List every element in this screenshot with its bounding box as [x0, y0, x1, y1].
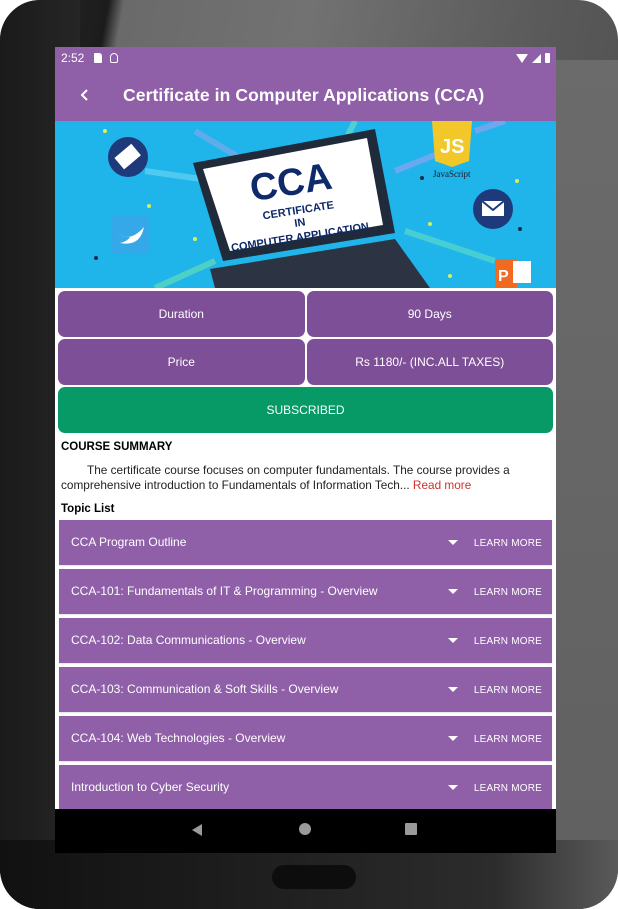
learn-more-button[interactable]: LEARN MORE — [474, 734, 542, 745]
price-value: Rs 1180/- (INC.ALL TAXES) — [306, 339, 553, 385]
topic-item[interactable]: Introduction to Cyber Security LEARN MOR… — [59, 765, 552, 810]
topic-item[interactable]: CCA Program Outline LEARN MORE — [59, 520, 552, 565]
wifi-icon — [516, 53, 528, 63]
envelope-badge-icon — [473, 189, 513, 229]
js-badge-text: JS — [440, 136, 464, 158]
course-summary-text: The certificate course focuses on comput… — [55, 453, 556, 493]
learn-more-button[interactable]: LEARN MORE — [474, 783, 542, 794]
system-nav-bar — [55, 809, 556, 853]
topic-item[interactable]: CCA-101: Fundamentals of IT & Programmin… — [59, 569, 552, 614]
signal-icon — [532, 53, 541, 63]
mail-badge-icon — [108, 137, 148, 177]
javascript-icon: JS JavaScript — [432, 121, 472, 179]
back-button[interactable] — [57, 69, 113, 121]
sd-card-icon — [94, 53, 103, 63]
status-time: 2:52 — [61, 51, 85, 65]
js-label: JavaScript — [433, 169, 471, 179]
learn-more-button[interactable]: LEARN MORE — [474, 587, 542, 598]
page-title: Certificate in Computer Applications (CC… — [123, 84, 485, 105]
app-screen: 2:52 Certificate in Computer Application… — [55, 47, 556, 853]
learn-more-button[interactable]: LEARN MORE — [474, 685, 542, 696]
topic-item[interactable]: CCA-102: Data Communications - Overview … — [59, 618, 552, 663]
duration-value: 90 Days — [306, 291, 553, 337]
course-banner-image: CCA CERTIFICATE IN COMPUTER APPLICATION … — [55, 121, 556, 288]
caret-down-icon[interactable] — [448, 785, 458, 790]
chevron-left-icon — [80, 89, 88, 101]
topic-item[interactable]: CCA-104: Web Technologies - Overview LEA… — [59, 716, 552, 761]
learn-more-button[interactable]: LEARN MORE — [474, 538, 542, 549]
price-label: Price — [58, 339, 305, 385]
powerpoint-icon: P — [495, 259, 531, 288]
caret-down-icon[interactable] — [448, 540, 458, 545]
hardware-home-key[interactable] — [272, 865, 356, 889]
caret-down-icon[interactable] — [448, 589, 458, 594]
nav-back-icon[interactable] — [192, 824, 202, 836]
nav-home-icon[interactable] — [299, 823, 311, 835]
frame-shade — [556, 60, 618, 909]
caret-down-icon[interactable] — [448, 736, 458, 741]
battery-icon — [545, 53, 550, 63]
topic-list-heading: Topic List — [61, 503, 115, 515]
caret-down-icon[interactable] — [448, 638, 458, 643]
subscribed-button[interactable]: SUBSCRIBED — [58, 387, 553, 433]
course-summary-heading: COURSE SUMMARY — [61, 441, 173, 453]
read-more-link[interactable]: Read more — [413, 478, 471, 492]
twitter-icon — [112, 216, 150, 254]
topic-list: CCA Program Outline LEARN MORE CCA-101: … — [55, 520, 556, 810]
learn-more-button[interactable]: LEARN MORE — [474, 636, 542, 647]
status-bar: 2:52 — [55, 47, 556, 69]
debug-icon — [110, 53, 119, 63]
duration-label: Duration — [58, 291, 305, 337]
ppt-badge-text: P — [498, 268, 509, 285]
caret-down-icon[interactable] — [448, 687, 458, 692]
course-info-grid: Duration 90 Days Price Rs 1180/- (INC.AL… — [55, 288, 556, 385]
banner-line2: IN — [294, 216, 307, 230]
app-bar: Certificate in Computer Applications (CC… — [55, 69, 556, 121]
topic-item[interactable]: CCA-103: Communication & Soft Skills - O… — [59, 667, 552, 712]
banner-illustration: CCA CERTIFICATE IN COMPUTER APPLICATION … — [94, 121, 531, 288]
nav-recents-icon[interactable] — [405, 823, 417, 835]
